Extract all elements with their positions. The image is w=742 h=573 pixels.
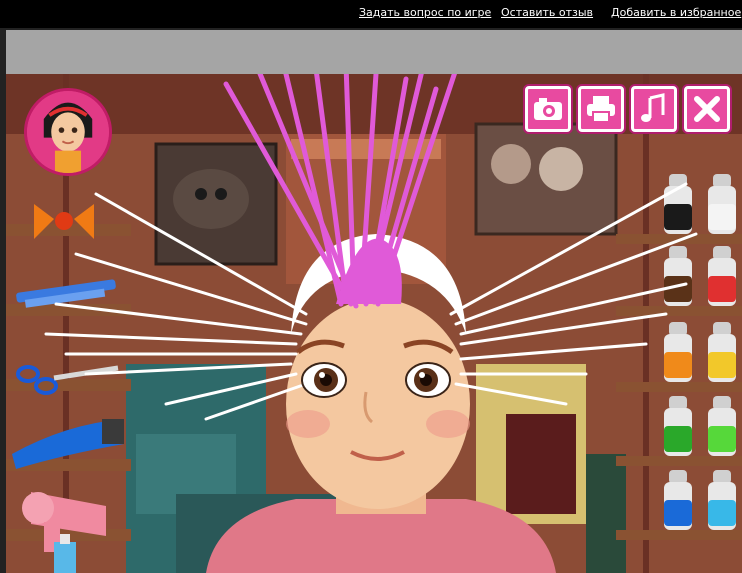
leave-review-link[interactable]: Оставить отзыв (501, 6, 593, 19)
wall-poster-right (474, 122, 618, 236)
add-to-favorites-link[interactable]: Добавить в избранное (611, 6, 741, 19)
music-note-icon (641, 93, 665, 122)
wall-poster-left (154, 142, 278, 266)
printer-icon (587, 96, 615, 123)
game-header-strip (6, 30, 742, 74)
music-button[interactable] (631, 86, 677, 132)
ask-question-link[interactable]: Задать вопрос по игре (359, 6, 491, 19)
top-link-bar: Задать вопрос по игре Оставить отзыв Доб… (0, 0, 742, 28)
game-canvas[interactable] (6, 74, 742, 573)
stylist-avatar[interactable] (24, 88, 112, 176)
stylist-portrait (27, 91, 109, 173)
close-icon (694, 96, 720, 122)
print-button[interactable] (578, 86, 624, 132)
camera-icon (534, 98, 562, 120)
close-button[interactable] (684, 86, 730, 132)
camera-button[interactable] (525, 86, 571, 132)
salon-scene (6, 74, 742, 573)
